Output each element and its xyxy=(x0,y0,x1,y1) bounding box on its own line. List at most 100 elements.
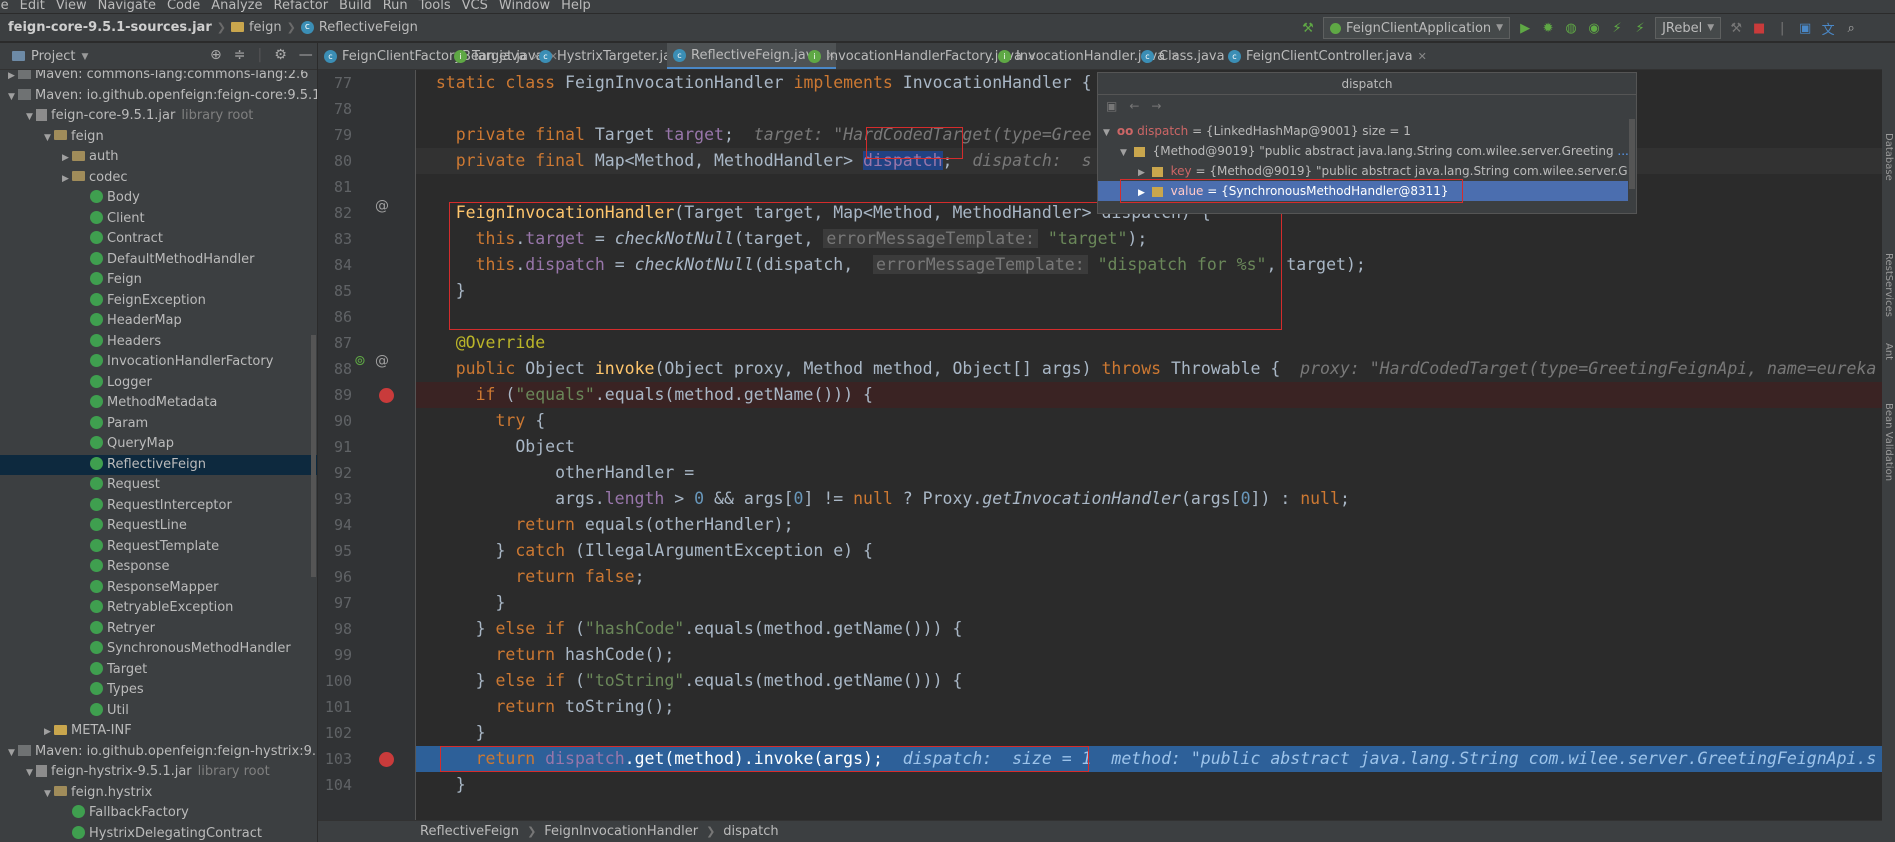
chevron-down-icon[interactable]: ▼ xyxy=(81,52,88,62)
implements-icon[interactable]: ⊚ xyxy=(354,353,366,369)
project-title[interactable]: Project xyxy=(31,49,75,64)
expanded-arrow-icon[interactable]: ▼ xyxy=(1120,143,1130,161)
gear-icon[interactable]: ⚙ xyxy=(274,47,287,63)
tree-item[interactable]: ▼ feign-hystrix-9.5.1.jar library root xyxy=(0,762,317,782)
tree-item[interactable]: ▶ auth xyxy=(0,147,317,167)
menu-item-analyze[interactable]: Analyze xyxy=(211,0,262,12)
expanded-arrow-icon[interactable]: ▼ xyxy=(1103,123,1113,141)
menu-item-edit[interactable]: Edit xyxy=(20,0,45,12)
view-link[interactable]: ... View xyxy=(1617,144,1628,158)
tool-window-button[interactable]: RestServices xyxy=(1883,253,1894,317)
tool-window-button[interactable]: Database xyxy=(1883,133,1894,181)
editor-gutter[interactable]: 77 78 79 80 81 82 83 84 85 86 87 88 89 90 91 92 93 94 95 96… xyxy=(318,70,416,820)
tree-item[interactable]: ▶ Maven: commons-lang:commons-lang:2.6 xyxy=(0,70,317,85)
translate-icon[interactable]: 文 xyxy=(1820,20,1836,38)
structure-crumb[interactable]: dispatch xyxy=(723,824,778,839)
locate-icon[interactable]: ⊕ xyxy=(210,47,222,63)
tree-item[interactable]: ▼ feign-core-9.5.1.jar library root xyxy=(0,106,317,126)
breakpoint-icon[interactable] xyxy=(379,752,394,767)
menu-item-tools[interactable]: Tools xyxy=(419,0,451,12)
popup-row-value[interactable]: ▶ value = {SynchronousMethodHandler@8311… xyxy=(1098,181,1628,201)
tree-item[interactable]: DefaultMethodHandler xyxy=(0,250,317,270)
popup-row-dispatch[interactable]: ▼ oo dispatch = {LinkedHashMap@9001} siz… xyxy=(1098,121,1628,141)
menu-item-navigate[interactable]: Navigate xyxy=(98,0,156,12)
tree-item[interactable]: ▼ feign xyxy=(0,127,317,147)
tree-item[interactable]: MethodMetadata xyxy=(0,393,317,413)
breakpoint-icon[interactable] xyxy=(379,388,394,403)
debug-evaluate-popup[interactable]: dispatch ▣ ← → ▼ oo dispatch = {LinkedHa… xyxy=(1097,72,1637,214)
expanded-arrow-icon[interactable]: ▼ xyxy=(26,107,36,127)
tree-item[interactable]: ▼ Maven: io.github.openfeign:feign-hystri… xyxy=(0,742,317,762)
profile-icon[interactable]: ◉ xyxy=(1586,20,1602,36)
tree-item[interactable]: HeaderMap xyxy=(0,311,317,331)
run-config-select[interactable]: FeignClientApplication ▼ xyxy=(1323,17,1511,39)
expanded-arrow-icon[interactable]: ▼ xyxy=(8,87,18,107)
expanded-arrow-icon[interactable]: ▼ xyxy=(8,743,18,763)
collapsed-arrow-icon[interactable]: ▶ xyxy=(8,70,18,86)
tree-item[interactable]: Headers xyxy=(0,332,317,352)
close-icon[interactable]: ✕ xyxy=(1418,43,1427,69)
expanded-arrow-icon[interactable]: ▼ xyxy=(44,784,54,804)
tree-item[interactable]: Util xyxy=(0,701,317,721)
back-arrow-icon[interactable]: ← xyxy=(1129,99,1139,113)
popup-row-key[interactable]: ▶ key = {Method@9019} "public abstract j… xyxy=(1098,161,1628,181)
jrebel-run-icon[interactable]: ⚡ xyxy=(1609,20,1625,36)
crumb-package[interactable]: feign xyxy=(249,20,282,35)
menu-item-le[interactable]: le xyxy=(0,0,9,12)
hide-panel-icon[interactable]: — xyxy=(299,47,313,63)
collapse-all-icon[interactable]: ≑ xyxy=(234,47,246,63)
tree-item[interactable]: Body xyxy=(0,188,317,208)
build-hammer-icon[interactable]: ⚒ xyxy=(1300,20,1316,36)
expanded-arrow-icon[interactable]: ▼ xyxy=(26,763,36,783)
tree-item[interactable]: ReflectiveFeign xyxy=(0,454,317,475)
tree-item[interactable]: RequestLine xyxy=(0,516,317,536)
tree-item[interactable]: FallbackFactory xyxy=(0,803,317,823)
menu-item-view[interactable]: View xyxy=(56,0,87,12)
project-scrollbar[interactable] xyxy=(311,335,316,577)
annotation-at-icon[interactable]: @ xyxy=(375,198,389,214)
tree-item[interactable]: ResponseMapper xyxy=(0,578,317,598)
popup-scrollbar[interactable] xyxy=(1629,119,1635,189)
collapsed-arrow-icon[interactable]: ▶ xyxy=(44,722,54,742)
tree-item[interactable]: RequestTemplate xyxy=(0,537,317,557)
debug-icon[interactable]: ✹ xyxy=(1540,20,1556,36)
project-structure-icon[interactable]: ▣ xyxy=(1797,20,1813,36)
expanded-arrow-icon[interactable]: ▼ xyxy=(44,128,54,148)
crumb-jar[interactable]: feign-core-9.5.1-sources.jar xyxy=(8,20,212,35)
tool-window-button[interactable]: Bean Validation xyxy=(1883,403,1894,481)
menu-item-run[interactable]: Run xyxy=(383,0,408,12)
tool-window-button[interactable]: Ant xyxy=(1883,343,1894,360)
stop-disabled-icon[interactable]: ⚒ xyxy=(1728,20,1744,36)
tree-item[interactable]: HystrixDelegatingContract xyxy=(0,824,317,842)
tree-item[interactable]: Param xyxy=(0,414,317,434)
tree-item[interactable]: Logger xyxy=(0,373,317,393)
menu-item-help[interactable]: Help xyxy=(561,0,591,12)
jrebel-debug-icon[interactable]: ⚡ xyxy=(1632,20,1648,36)
coverage-icon[interactable]: ◍ xyxy=(1563,20,1579,36)
add-to-watches-icon[interactable]: ▣ xyxy=(1106,99,1117,113)
tree-item[interactable]: FeignException xyxy=(0,291,317,311)
tree-item[interactable]: Retryer xyxy=(0,619,317,639)
tree-item[interactable]: Response xyxy=(0,557,317,577)
tree-item[interactable]: Contract xyxy=(0,229,317,249)
tree-item[interactable]: ▶ codec xyxy=(0,168,317,188)
annotation-at-icon[interactable]: @ xyxy=(375,353,389,369)
jrebel-select[interactable]: JRebel ▼ xyxy=(1655,17,1722,39)
tree-item[interactable]: Types xyxy=(0,680,317,700)
collapsed-arrow-icon[interactable]: ▶ xyxy=(1138,183,1148,201)
tree-item[interactable]: QueryMap xyxy=(0,434,317,454)
tree-item[interactable]: SynchronousMethodHandler xyxy=(0,639,317,659)
tree-item[interactable]: Feign xyxy=(0,270,317,290)
tree-item[interactable]: ▼ Maven: io.github.openfeign:feign-core:9… xyxy=(0,86,317,106)
menu-item-build[interactable]: Build xyxy=(339,0,372,12)
tree-item[interactable]: RequestInterceptor xyxy=(0,496,317,516)
tree-item[interactable]: RetryableException xyxy=(0,598,317,618)
menu-item-window[interactable]: Window xyxy=(499,0,550,12)
structure-crumb[interactable]: ReflectiveFeign xyxy=(420,824,519,839)
tree-item[interactable]: ▼ feign.hystrix xyxy=(0,783,317,803)
tree-item[interactable]: Client xyxy=(0,209,317,229)
run-icon[interactable]: ▶ xyxy=(1517,20,1533,36)
collapsed-arrow-icon[interactable]: ▶ xyxy=(1138,163,1148,181)
search-everywhere-icon[interactable]: ⌕ xyxy=(1843,20,1859,36)
tree-item[interactable]: InvocationHandlerFactory xyxy=(0,352,317,372)
